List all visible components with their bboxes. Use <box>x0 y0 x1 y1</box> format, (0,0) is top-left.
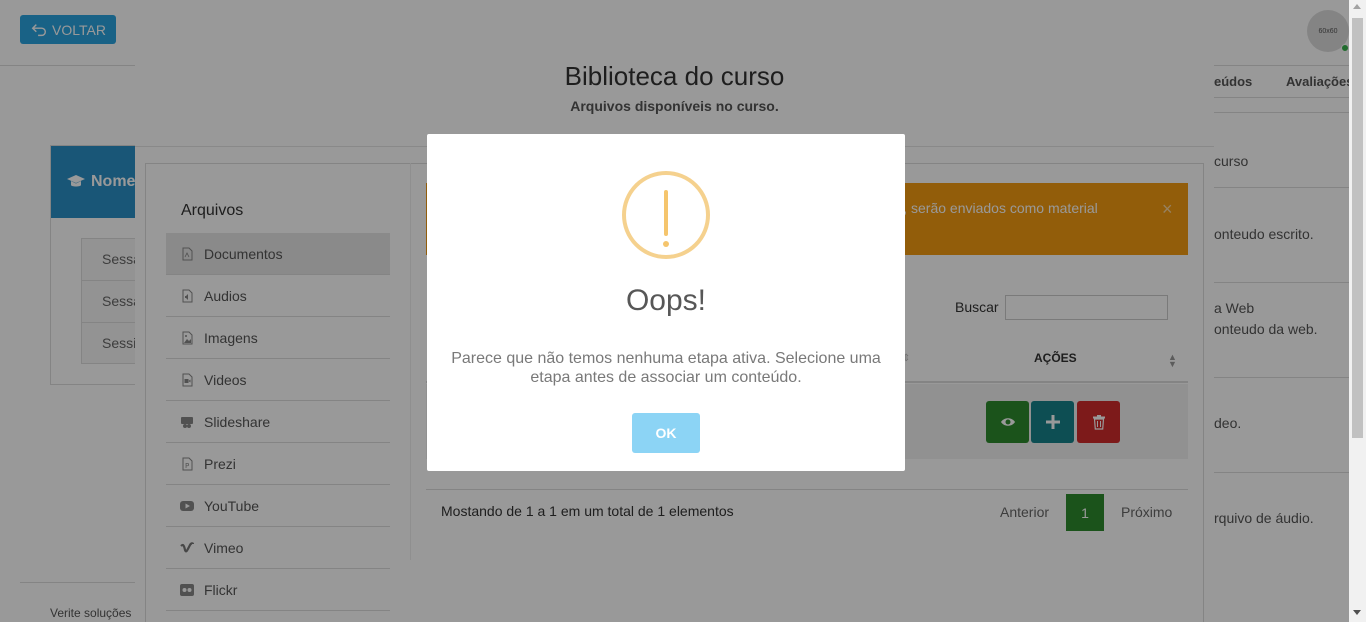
dialog-title: Oops! <box>625 284 707 317</box>
scroll-down-arrow-icon[interactable] <box>1353 610 1361 615</box>
dialog-message: Parece que não temos nenhuma etapa ativa… <box>451 350 881 386</box>
page-scrollbar[interactable] <box>1349 0 1366 622</box>
scroll-thumb[interactable] <box>1352 18 1363 438</box>
warning-dialog: Oops! Parece que não temos nenhuma etapa… <box>427 134 905 471</box>
ok-button[interactable]: OK <box>632 413 700 453</box>
warning-icon-bar <box>664 190 668 236</box>
warning-icon-dot <box>663 241 669 247</box>
warning-icon <box>622 171 710 259</box>
scroll-up-arrow-icon[interactable] <box>1353 4 1361 9</box>
